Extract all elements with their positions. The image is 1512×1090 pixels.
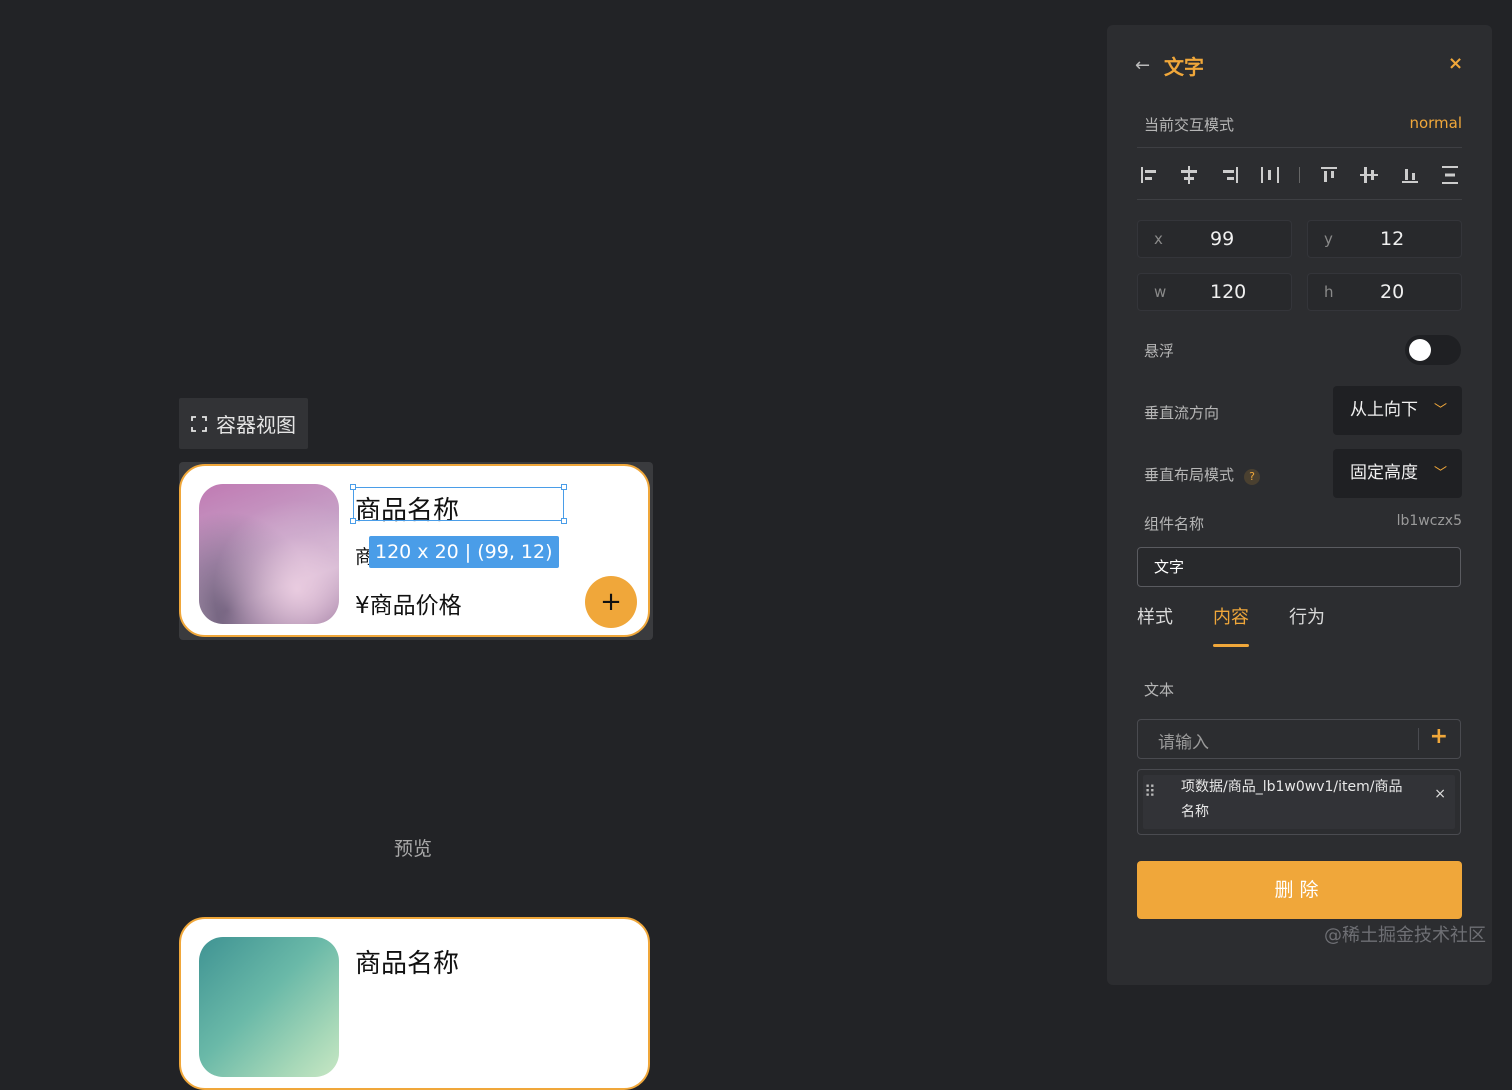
tab-content[interactable]: 内容	[1213, 603, 1249, 647]
vertical-layout-select[interactable]: 固定高度 ﹀	[1333, 449, 1462, 498]
alignment-toolbar	[1137, 160, 1462, 190]
chevron-down-icon: ﹀	[1433, 466, 1447, 481]
text-input[interactable]: 请输入 +	[1137, 719, 1461, 759]
product-name-text[interactable]: 商品名称	[355, 490, 459, 527]
product-image	[199, 484, 339, 624]
resize-handle-bottom-right[interactable]	[561, 518, 567, 524]
back-arrow-icon[interactable]: ←	[1135, 55, 1150, 76]
chevron-down-icon: ﹀	[1433, 403, 1447, 418]
fullscreen-icon	[191, 415, 207, 432]
align-center-horizontal-icon[interactable]	[1177, 164, 1201, 186]
align-left-icon[interactable]	[1137, 164, 1161, 186]
float-toggle[interactable]	[1405, 335, 1461, 365]
width-field[interactable]: w 120	[1137, 273, 1292, 311]
vertical-flow-select[interactable]: 从上向下 ﹀	[1333, 386, 1462, 435]
y-field[interactable]: y 12	[1307, 220, 1462, 258]
x-value[interactable]: 99	[1210, 228, 1234, 250]
align-bottom-icon[interactable]	[1398, 164, 1422, 186]
height-field[interactable]: h 20	[1307, 273, 1462, 311]
x-field[interactable]: x 99	[1137, 220, 1292, 258]
panel-title: 文字	[1164, 55, 1204, 79]
interaction-mode-value: normal	[1409, 114, 1462, 132]
preview-product-image	[199, 937, 339, 1077]
watermark: @稀土掘金技术社区	[1324, 925, 1486, 946]
component-name-label: 组件名称	[1144, 515, 1205, 533]
vertical-layout-value: 固定高度	[1350, 463, 1418, 483]
property-panel: ← 文字 × 当前交互模式 normal x 99 y 12 w 120 h 2…	[1107, 25, 1492, 985]
vertical-flow-value: 从上向下	[1350, 400, 1418, 420]
panel-tabs: 样式 内容 行为	[1137, 603, 1325, 647]
container-view-label: 容器视图	[216, 413, 296, 437]
divider	[1137, 147, 1462, 148]
component-name-input[interactable]: 文字	[1137, 547, 1461, 587]
interaction-mode-label: 当前交互模式	[1144, 116, 1235, 134]
toolbar-separator	[1298, 164, 1301, 186]
y-label: y	[1324, 230, 1333, 248]
x-label: x	[1154, 230, 1163, 248]
binding-path: 项数据/商品_lb1w0wv1/item/商品名称	[1181, 779, 1403, 820]
container-view-button[interactable]: 容器视图	[179, 398, 308, 449]
height-label: h	[1324, 283, 1334, 301]
float-label: 悬浮	[1144, 342, 1175, 360]
distribute-horizontal-icon[interactable]	[1258, 164, 1282, 186]
remove-binding-icon[interactable]: ×	[1434, 786, 1446, 802]
text-label: 文本	[1144, 681, 1175, 699]
tab-behavior[interactable]: 行为	[1289, 603, 1325, 647]
preview-product-name: 商品名称	[355, 949, 460, 979]
vertical-layout-label: 垂直布局模式?	[1144, 464, 1261, 485]
y-value[interactable]: 12	[1380, 228, 1404, 250]
data-binding-item[interactable]: ⠿ 项数据/商品_lb1w0wv1/item/商品名称 ×	[1137, 769, 1461, 835]
close-icon[interactable]: ×	[1448, 53, 1463, 74]
width-value[interactable]: 120	[1210, 281, 1246, 303]
help-icon[interactable]: ?	[1244, 469, 1261, 485]
tab-style[interactable]: 样式	[1137, 603, 1173, 647]
align-center-vertical-icon[interactable]	[1357, 164, 1381, 186]
component-id: lb1wczx5	[1396, 513, 1462, 529]
product-price-text[interactable]: ¥商品价格	[355, 586, 462, 620]
align-top-icon[interactable]	[1317, 164, 1341, 186]
text-input-placeholder: 请输入	[1158, 733, 1209, 753]
height-value[interactable]: 20	[1380, 281, 1404, 303]
distribute-vertical-icon[interactable]	[1438, 164, 1462, 186]
resize-handle-top-left[interactable]	[350, 484, 356, 490]
delete-button[interactable]: 删除	[1137, 861, 1462, 919]
divider	[1137, 199, 1462, 200]
resize-handle-top-right[interactable]	[561, 484, 567, 490]
width-label: w	[1154, 283, 1167, 301]
preview-label: 预览	[394, 838, 433, 860]
add-binding-icon[interactable]: +	[1430, 724, 1448, 749]
vertical-flow-label: 垂直流方向	[1144, 404, 1220, 422]
toggle-knob	[1409, 339, 1431, 361]
dimension-tag: 120 x 20 | (99, 12)	[369, 536, 559, 568]
preview-product-card[interactable]: 商品名称	[179, 917, 650, 1090]
vertical-layout-label-text: 垂直布局模式	[1144, 466, 1235, 484]
add-to-cart-button[interactable]: +	[585, 576, 637, 628]
align-right-icon[interactable]	[1218, 164, 1242, 186]
resize-handle-bottom-left[interactable]	[350, 518, 356, 524]
input-separator	[1418, 728, 1419, 750]
drag-handle-icon[interactable]: ⠿	[1144, 784, 1158, 800]
